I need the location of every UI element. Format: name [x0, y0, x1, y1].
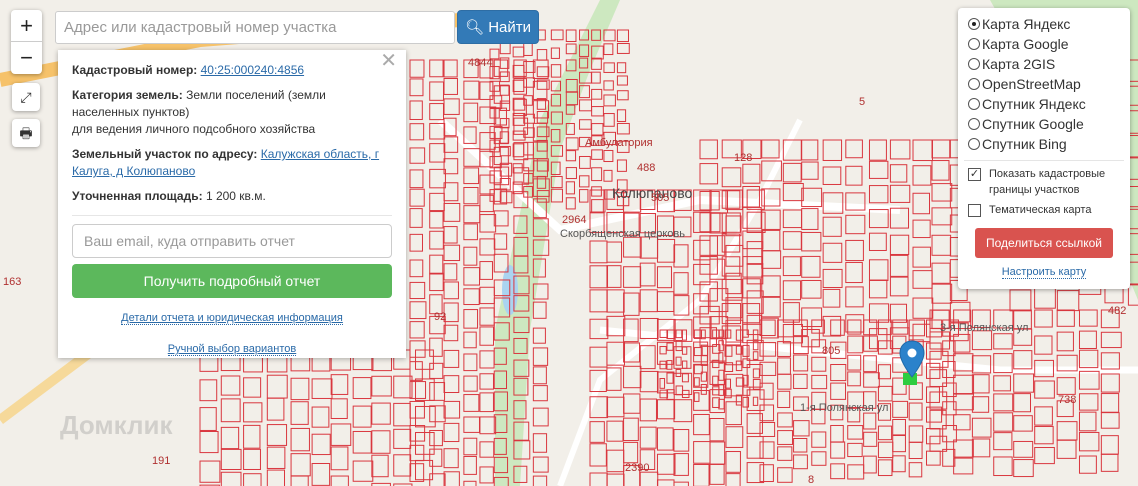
layer-option[interactable]: Карта Google: [964, 34, 1124, 54]
manual-selection-link[interactable]: Ручной выбор вариантов: [72, 341, 392, 358]
map-label: 191: [152, 455, 171, 467]
configure-map-label: Настроить карту: [1001, 266, 1087, 279]
zoom-out-button[interactable]: −: [11, 42, 42, 74]
layer-option[interactable]: Карта 2GIS: [964, 54, 1124, 74]
show-borders-label: Показать кадастровые границы участков: [989, 168, 1106, 196]
zoom-in-button[interactable]: +: [11, 10, 42, 42]
map-label: 488: [637, 162, 656, 174]
map-label: 505: [651, 192, 670, 204]
layer-option[interactable]: OpenStreetMap: [964, 74, 1124, 94]
map-label: 738: [1058, 394, 1077, 406]
layer-option-label: Карта 2GIS: [982, 56, 1056, 72]
radio-icon[interactable]: [968, 138, 980, 150]
email-input[interactable]: Ваш email, куда отправить отчет: [72, 224, 392, 258]
layer-option-label: Карта Яндекс: [982, 16, 1071, 32]
map-label: 8: [808, 474, 815, 486]
address-label: Земельный участок по адресу:: [72, 147, 258, 161]
layer-option[interactable]: Спутник Bing: [964, 134, 1124, 154]
checkbox-icon[interactable]: ✓: [968, 168, 981, 181]
parcel-info-popup: ✕ Кадастровый номер: 40:25:000240:4856 К…: [58, 50, 406, 358]
radio-icon[interactable]: [968, 98, 980, 110]
search-icon: 🔍︎: [464, 19, 485, 36]
area-value: 1 200 кв.м.: [205, 189, 266, 203]
map-label: Амбулатория: [585, 137, 653, 149]
get-report-button[interactable]: Получить подробный отчет: [72, 264, 392, 298]
map-label: 92: [434, 311, 447, 323]
map-label: 2964: [562, 214, 587, 226]
map-label: 4844: [468, 57, 493, 69]
divider: [964, 160, 1124, 161]
share-link-button[interactable]: Поделиться ссылкой: [975, 228, 1113, 258]
layer-option-label: Спутник Google: [982, 116, 1084, 132]
radio-icon[interactable]: [968, 78, 980, 90]
layer-option-label: Карта Google: [982, 36, 1069, 52]
search-button[interactable]: 🔍︎ Найти: [457, 10, 539, 44]
zoom-control: + −: [11, 10, 42, 74]
close-icon[interactable]: ✕: [380, 51, 397, 71]
area-label: Уточненная площадь:: [72, 189, 203, 203]
cad-number-link[interactable]: 40:25:000240:4856: [201, 63, 304, 77]
map-label: 805: [822, 345, 841, 357]
location-pin-icon[interactable]: [899, 340, 925, 383]
report-details-link[interactable]: Детали отчета и юридическая информация: [72, 310, 392, 327]
configure-map-link[interactable]: Настроить карту: [964, 266, 1124, 279]
map-label: 163: [3, 276, 22, 288]
layer-option-label: Спутник Яндекс: [982, 96, 1086, 112]
manual-selection-label: Ручной выбор вариантов: [167, 343, 297, 356]
divider: [72, 215, 392, 216]
fullscreen-icon[interactable]: ⤢: [12, 83, 40, 111]
map-label: Скорбященская церковь: [560, 228, 685, 240]
category-label: Категория земель:: [72, 88, 183, 102]
layer-option[interactable]: Карта Яндекс: [964, 14, 1124, 34]
search-input[interactable]: Адрес или кадастровый номер участка: [55, 11, 455, 44]
usage-value: для ведения личного подсобного хозяйства: [72, 122, 316, 136]
checkbox-icon[interactable]: [968, 204, 981, 217]
radio-icon[interactable]: [968, 38, 980, 50]
search-button-label: Найти: [488, 19, 532, 36]
radio-icon[interactable]: [968, 18, 980, 30]
show-borders-checkbox[interactable]: ✓ Показать кадастровые границы участков: [968, 166, 1124, 198]
map-label: 3-я Полянская ул: [940, 322, 1029, 334]
report-details-label: Детали отчета и юридическая информация: [121, 312, 343, 325]
print-icon[interactable]: 🖶: [12, 119, 40, 147]
layers-panel: Карта Яндекс Карта Google Карта 2GIS OpenSt…: [958, 8, 1130, 289]
map-label: 5: [859, 96, 866, 108]
layer-option[interactable]: Спутник Яндекс: [964, 94, 1124, 114]
layer-option[interactable]: Спутник Google: [964, 114, 1124, 134]
radio-icon[interactable]: [968, 118, 980, 130]
layer-option-label: Спутник Bing: [982, 136, 1067, 152]
thematic-map-checkbox[interactable]: Тематическая карта: [968, 202, 1124, 218]
map-label: 128: [734, 152, 753, 164]
thematic-map-label: Тематическая карта: [989, 204, 1092, 216]
map-label: 2390: [625, 462, 650, 474]
layer-option-label: OpenStreetMap: [982, 76, 1081, 92]
radio-icon[interactable]: [968, 58, 980, 70]
map-label: 482: [1108, 305, 1127, 317]
cad-label: Кадастровый номер:: [72, 63, 198, 77]
map-label: 1-я Полянская ул: [800, 402, 889, 414]
watermark: Домклик: [60, 410, 173, 440]
